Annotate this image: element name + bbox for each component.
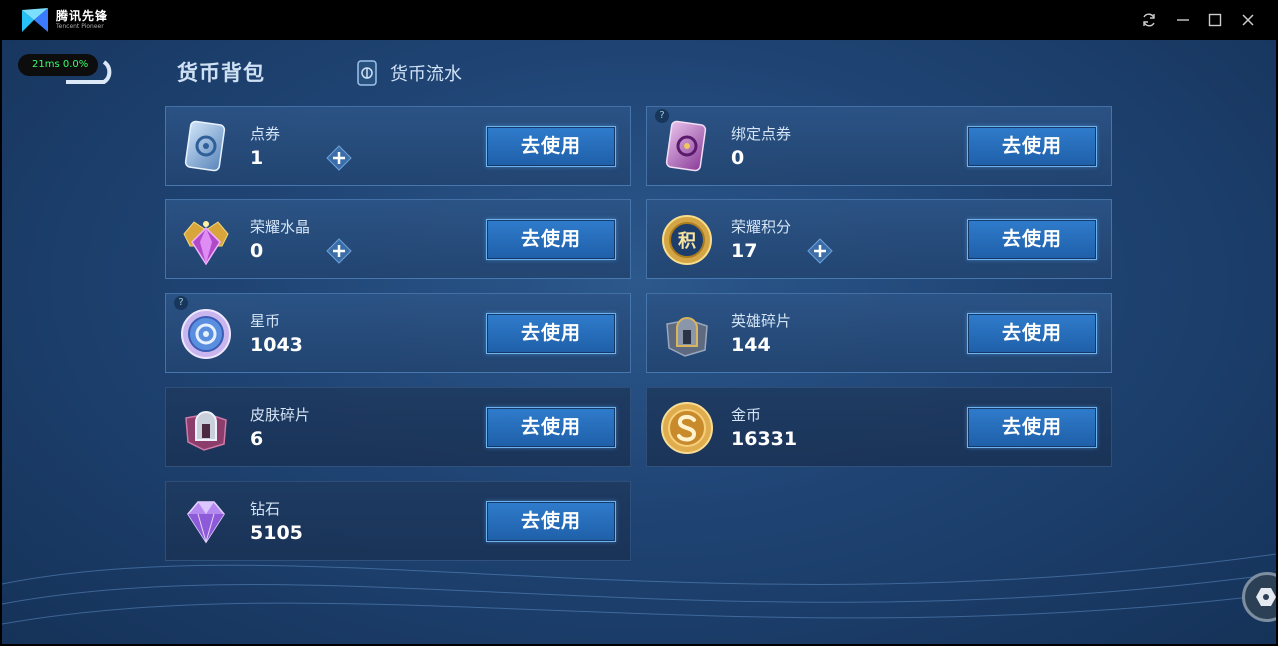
maximize-button[interactable] bbox=[1203, 8, 1227, 32]
minimize-button[interactable] bbox=[1171, 8, 1195, 32]
currency-card-hero-fragment: 英雄碎片 144 去使用 bbox=[646, 293, 1112, 373]
currency-name: 绑定点券 bbox=[731, 125, 792, 143]
minimize-icon bbox=[1177, 19, 1189, 21]
currency-card-glory-points: 积 荣耀积分 17 去使用 bbox=[646, 199, 1112, 279]
refresh-button[interactable] bbox=[1137, 8, 1161, 32]
coupon-card-icon bbox=[184, 120, 226, 172]
currency-name: 英雄碎片 bbox=[731, 312, 792, 330]
currency-name: 荣耀水晶 bbox=[250, 218, 311, 236]
app-name: 腾讯先锋 Tencent Pioneer bbox=[56, 9, 108, 31]
add-glory-points-button[interactable] bbox=[807, 238, 833, 264]
use-skin-fragment-button[interactable]: 去使用 bbox=[486, 407, 616, 448]
hexagon-icon bbox=[1256, 588, 1276, 606]
currency-card-skin-fragment: 皮肤碎片 6 去使用 bbox=[165, 387, 631, 467]
glory-crystal-icon bbox=[183, 221, 229, 266]
glory-points-badge-text: 积 bbox=[678, 231, 696, 252]
use-gold-coin-button[interactable]: 去使用 bbox=[967, 407, 1097, 448]
use-coupon-button[interactable]: 去使用 bbox=[486, 126, 616, 167]
tencent-pioneer-logo-icon bbox=[22, 8, 48, 32]
use-bound-coupon-button[interactable]: 去使用 bbox=[967, 126, 1097, 167]
currency-value: 144 bbox=[731, 334, 771, 356]
currency-name: 点券 bbox=[250, 125, 281, 143]
diamond-icon bbox=[187, 501, 225, 544]
refresh-icon bbox=[1143, 13, 1155, 27]
currency-card-coupon: 点券 1 去使用 bbox=[165, 106, 631, 186]
app-name-cn: 腾讯先锋 bbox=[56, 9, 109, 23]
game-viewport: 21ms 0.0% 货币背包 货币流水 点券 1 去使用 ? 绑定点券 0 去使… bbox=[2, 40, 1276, 644]
tab-currency-history[interactable]: 货币流水 bbox=[354, 59, 462, 87]
maximize-icon bbox=[1208, 13, 1222, 27]
close-button[interactable] bbox=[1236, 8, 1260, 32]
currency-value: 1043 bbox=[250, 334, 303, 356]
currency-value: 17 bbox=[731, 240, 758, 262]
bound-coupon-card-icon bbox=[665, 120, 707, 172]
currency-value: 1 bbox=[250, 147, 264, 169]
window-title-bar: 腾讯先锋 Tencent Pioneer bbox=[0, 0, 1278, 40]
currency-card-star-coin: ? 星币 1043 去使用 bbox=[165, 293, 631, 373]
use-diamond-button[interactable]: 去使用 bbox=[486, 501, 616, 542]
network-stats-badge: 21ms 0.0% bbox=[18, 54, 98, 76]
currency-name: 钻石 bbox=[250, 500, 281, 518]
currency-card-bound-coupon: ? 绑定点券 0 去使用 bbox=[646, 106, 1112, 186]
skin-fragment-icon bbox=[185, 411, 227, 451]
currency-name: 皮肤碎片 bbox=[250, 406, 311, 424]
currency-value: 0 bbox=[731, 147, 745, 169]
use-glory-points-button[interactable]: 去使用 bbox=[967, 219, 1097, 260]
history-card-icon bbox=[357, 60, 377, 86]
star-coin-icon bbox=[181, 309, 231, 359]
use-glory-crystal-button[interactable]: 去使用 bbox=[486, 219, 616, 260]
currency-name: 星币 bbox=[250, 312, 281, 330]
currency-name: 金币 bbox=[731, 406, 762, 424]
gold-coin-icon bbox=[661, 402, 713, 454]
hero-fragment-icon bbox=[666, 317, 708, 357]
tab-currency-bag[interactable]: 货币背包 bbox=[177, 57, 265, 87]
add-glory-crystal-button[interactable] bbox=[326, 238, 352, 264]
add-coupon-button[interactable] bbox=[326, 145, 352, 171]
tab-currency-history-label: 货币流水 bbox=[390, 64, 462, 85]
currency-value: 0 bbox=[250, 240, 264, 262]
currency-card-gold-coin: 金币 16331 去使用 bbox=[646, 387, 1112, 467]
close-icon bbox=[1242, 14, 1254, 26]
app-name-en: Tencent Pioneer bbox=[56, 23, 104, 30]
currency-card-diamond: 钻石 5105 去使用 bbox=[165, 481, 631, 561]
currency-value: 16331 bbox=[731, 428, 798, 450]
currency-name: 荣耀积分 bbox=[731, 218, 792, 236]
use-hero-fragment-button[interactable]: 去使用 bbox=[967, 313, 1097, 354]
currency-card-glory-crystal: 荣耀水晶 0 去使用 bbox=[165, 199, 631, 279]
use-star-coin-button[interactable]: 去使用 bbox=[486, 313, 616, 354]
currency-value: 6 bbox=[250, 428, 264, 450]
currency-value: 5105 bbox=[250, 522, 303, 544]
glory-points-icon: 积 bbox=[662, 215, 712, 265]
